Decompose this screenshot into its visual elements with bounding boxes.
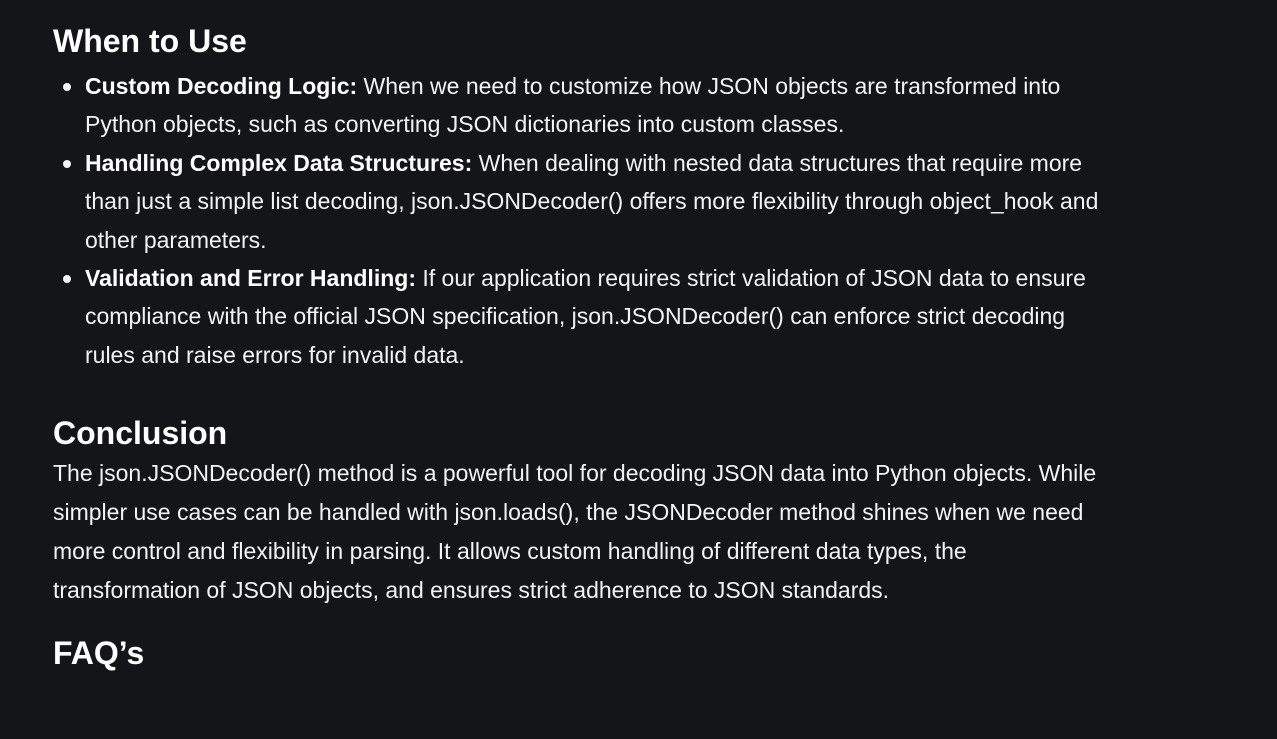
when-to-use-list: Custom Decoding Logic: When we need to c… xyxy=(53,67,1113,374)
article-content: When to Use Custom Decoding Logic: When … xyxy=(53,0,1113,673)
list-item: Handling Complex Data Structures: When d… xyxy=(63,144,1113,259)
section-heading-faq: FAQ’s xyxy=(53,635,145,672)
conclusion-paragraph: The json.JSONDecoder() method is a power… xyxy=(53,460,1097,604)
section-heading-when-to-use: When to Use xyxy=(53,23,247,59)
list-item: Custom Decoding Logic: When we need to c… xyxy=(63,67,1113,144)
list-item-term: Handling Complex Data Structures: xyxy=(85,149,473,176)
section-heading-conclusion: Conclusion xyxy=(53,415,228,452)
list-item: Validation and Error Handling: If our ap… xyxy=(63,259,1113,374)
list-item-term: Validation and Error Handling: xyxy=(85,265,416,292)
list-item-term: Custom Decoding Logic: xyxy=(85,73,358,99)
